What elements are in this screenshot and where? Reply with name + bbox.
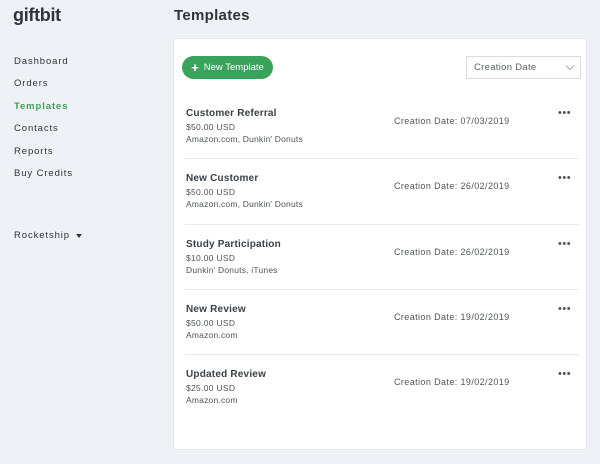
template-amount: $50.00 USD <box>186 122 236 132</box>
template-row[interactable]: New Review $50.00 USD Amazon.com Creatio… <box>185 290 579 356</box>
sidebar-item-buy-credits[interactable]: Buy Credits <box>14 168 73 190</box>
org-switcher[interactable]: Rocketship <box>14 230 82 241</box>
more-horizontal-icon[interactable]: ••• <box>558 238 576 253</box>
template-amount: $10.00 USD <box>186 252 236 263</box>
sort-select[interactable]: Creation Date <box>466 56 581 79</box>
template-name[interactable]: Updated Review <box>186 369 266 380</box>
sidebar-item-templates[interactable]: Templates <box>14 101 73 123</box>
template-row[interactable]: New Customer $50.00 USD Amazon.com, Dunk… <box>185 159 579 225</box>
template-row[interactable]: Customer Referral $50.00 USD Amazon.com,… <box>185 94 579 160</box>
template-amount: $50.00 USD <box>186 187 236 198</box>
chevron-down-icon <box>565 61 575 71</box>
template-amount: $50.00 USD <box>186 317 236 328</box>
template-row[interactable]: Updated Review $25.00 USD Amazon.com Cre… <box>185 355 579 420</box>
template-creation-date: Creation Date: 19/02/2019 <box>394 311 510 322</box>
template-brands: Amazon.com, Dunkin' Donuts <box>186 134 303 144</box>
sidebar-item-reports[interactable]: Reports <box>14 146 73 168</box>
sidebar-item-dashboard[interactable]: Dashboard <box>14 56 73 78</box>
org-switcher-label: Rocketship <box>14 230 70 241</box>
templates-panel: + New Template Creation Date Customer Re… <box>173 38 587 450</box>
template-brands: Dunkin' Donuts, iTunes <box>186 264 278 275</box>
template-brands: Amazon.com <box>186 329 238 340</box>
template-creation-date: Creation Date: 19/02/2019 <box>394 377 510 388</box>
template-brands: Amazon.com <box>186 395 238 406</box>
sidebar-nav: Dashboard Orders Templates Contacts Repo… <box>14 56 73 190</box>
template-name[interactable]: New Review <box>186 304 246 315</box>
template-creation-date: Creation Date: 26/02/2019 <box>394 246 510 257</box>
plus-icon: + <box>191 59 199 75</box>
sidebar-item-orders[interactable]: Orders <box>14 78 73 100</box>
template-name[interactable]: Customer Referral <box>186 108 277 119</box>
template-creation-date: Creation Date: 07/03/2019 <box>394 116 510 126</box>
more-horizontal-icon[interactable]: ••• <box>558 173 576 187</box>
template-brands: Amazon.com, Dunkin' Donuts <box>186 199 303 210</box>
template-name[interactable]: Study Participation <box>186 239 281 250</box>
template-creation-date: Creation Date: 26/02/2019 <box>394 181 510 192</box>
page-title: Templates <box>174 7 250 24</box>
template-amount: $25.00 USD <box>186 383 236 394</box>
template-name[interactable]: New Customer <box>186 173 258 184</box>
more-horizontal-icon[interactable]: ••• <box>558 108 576 122</box>
template-list: Customer Referral $50.00 USD Amazon.com,… <box>185 94 579 420</box>
new-template-button[interactable]: + New Template <box>182 56 273 79</box>
more-horizontal-icon[interactable]: ••• <box>558 303 576 318</box>
more-horizontal-icon[interactable]: ••• <box>558 369 576 383</box>
sort-select-value: Creation Date <box>474 62 537 73</box>
template-row[interactable]: Study Participation $10.00 USD Dunkin' D… <box>185 225 579 290</box>
caret-down-icon <box>76 233 82 238</box>
sidebar-item-contacts[interactable]: Contacts <box>14 123 73 145</box>
new-template-label: New Template <box>203 62 264 73</box>
giftbit-logo[interactable]: giftbit <box>13 5 61 26</box>
